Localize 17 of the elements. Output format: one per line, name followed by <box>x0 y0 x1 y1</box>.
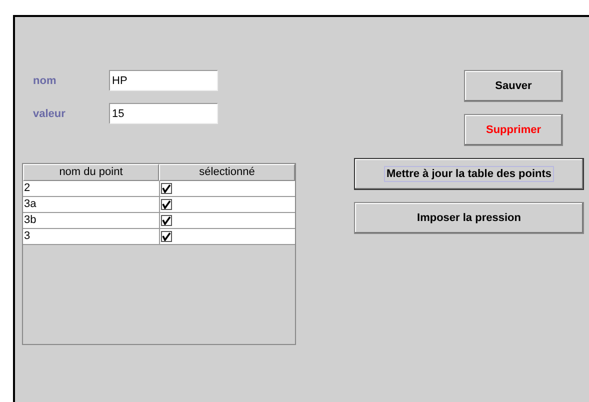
action-button[interactable]: Sauver <box>464 70 563 102</box>
table-cell: 3a <box>23 197 160 212</box>
checkbox[interactable] <box>160 231 172 242</box>
action-button[interactable]: Imposer la pression <box>354 202 584 234</box>
column-header[interactable]: nom du point <box>23 164 159 181</box>
column-header[interactable]: sélectionné <box>159 164 295 181</box>
checkbox[interactable] <box>160 215 172 226</box>
field-label: valeur <box>32 108 66 120</box>
input-field[interactable]: HP <box>109 70 218 91</box>
action-button[interactable]: Mettre à jour la table des points <box>354 158 584 190</box>
checkbox[interactable] <box>160 183 172 194</box>
field-label: nom <box>32 74 58 86</box>
input-field[interactable]: 15 <box>109 103 218 124</box>
checkbox[interactable] <box>160 199 172 210</box>
table-cell: 2 <box>23 181 160 196</box>
table-cell: 3 <box>23 229 160 244</box>
table-cell: 3b <box>23 213 160 228</box>
